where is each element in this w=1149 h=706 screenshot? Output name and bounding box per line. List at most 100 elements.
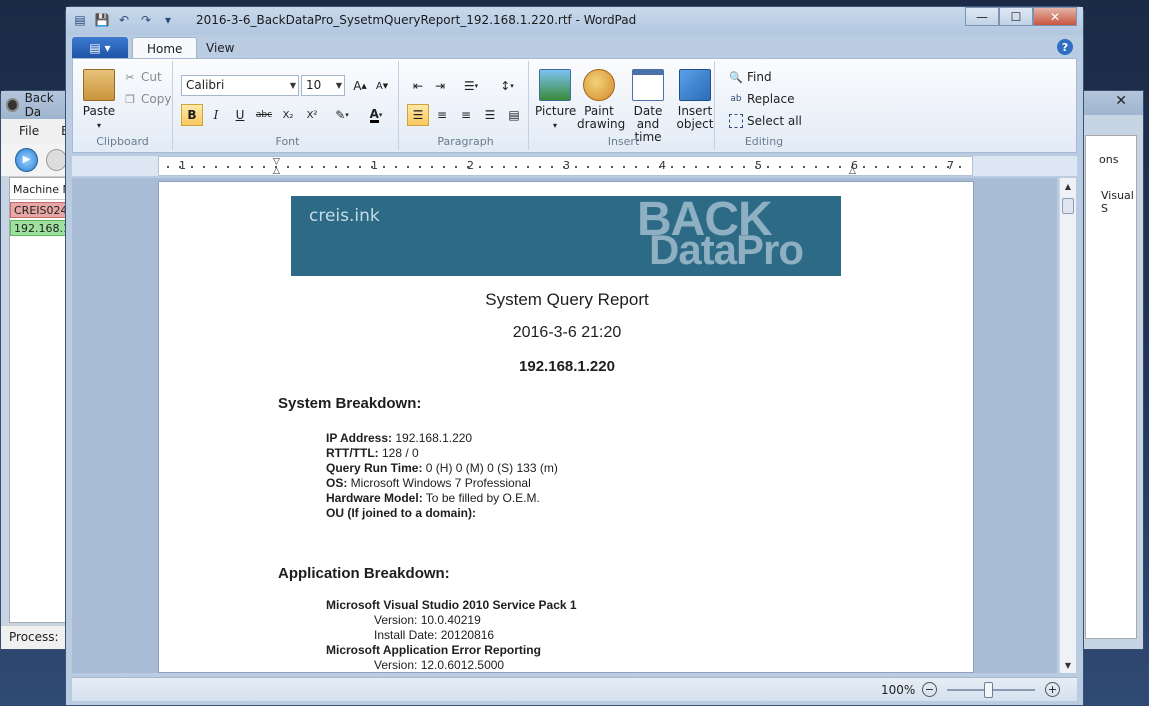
- zoom-slider-thumb[interactable]: [984, 682, 993, 698]
- tab-view[interactable]: View: [192, 37, 248, 59]
- ruler-tick: [443, 166, 445, 168]
- title-bar[interactable]: ▤ 💾 ↶ ↷ ▾ 2016-3-6_BackDataPro_SysetmQue…: [66, 7, 1083, 35]
- stop-icon[interactable]: [45, 148, 67, 171]
- background-app-window: Back Da File E ▶ Machine N CREIS024 192.…: [0, 90, 69, 650]
- align-left-icon: ☰: [412, 108, 424, 122]
- paragraph-group: ⇤ ⇥ ☰ ▾ ↕ ▾ ☰ ≡ ≡ ☰ ▤ Paragraph: [403, 61, 529, 150]
- application-menu-button[interactable]: ▤ ▾: [72, 37, 128, 58]
- ruler-tick: [635, 166, 637, 168]
- document-page[interactable]: creis.ink BACK DataPro System Query Repo…: [158, 181, 974, 673]
- picture-button[interactable]: Picture ▾: [535, 69, 576, 132]
- ruler-tick: [419, 166, 421, 168]
- paragraph-icon: ▤: [508, 108, 520, 122]
- bullets-button[interactable]: ☰ ▾: [455, 75, 487, 97]
- app-install-date: Install Date: 20120816: [374, 628, 495, 642]
- copy-label: Copy: [141, 92, 172, 106]
- wordpad-window: ▤ 💾 ↶ ↷ ▾ 2016-3-6_BackDataPro_SysetmQue…: [65, 6, 1084, 706]
- scroll-thumb[interactable]: [1062, 198, 1074, 214]
- help-icon[interactable]: ?: [1057, 39, 1073, 55]
- save-icon[interactable]: 💾: [94, 12, 110, 28]
- ruler-tick: [755, 166, 757, 168]
- strikethrough-button[interactable]: abc: [253, 104, 275, 126]
- zoom-out-icon[interactable]: −: [922, 682, 937, 697]
- cut-button[interactable]: ✂ Cut: [123, 70, 161, 84]
- list-icon: ☰: [463, 79, 475, 93]
- select-all-button[interactable]: Select all: [729, 114, 802, 128]
- undo-icon[interactable]: ↶: [116, 12, 132, 28]
- paragraph-button[interactable]: ▤: [503, 104, 525, 126]
- find-button[interactable]: 🔍 Find: [729, 70, 771, 84]
- text-color-button[interactable]: A ▾: [361, 104, 391, 126]
- ruler-tick: [407, 166, 409, 168]
- customize-qat-icon[interactable]: ▾: [160, 12, 176, 28]
- copy-icon: ❐: [125, 92, 135, 106]
- datetime-label: Date and: [633, 104, 663, 131]
- align-right-button[interactable]: ≡: [455, 104, 477, 126]
- object-icon: [679, 69, 711, 101]
- underline-button[interactable]: U: [229, 104, 251, 126]
- grow-font-button[interactable]: A ▲: [349, 75, 371, 97]
- quick-access-toolbar: ▤ 💾 ↶ ↷ ▾: [72, 12, 176, 28]
- insert-object-button[interactable]: Insert object: [675, 69, 715, 131]
- line-spacing-icon: ↕: [500, 79, 511, 93]
- align-center-button[interactable]: ≡: [431, 104, 453, 126]
- scroll-down-icon[interactable]: ▼: [1060, 657, 1076, 673]
- group-label: Font: [275, 135, 300, 148]
- highlight-color-button[interactable]: ✎ ▾: [327, 104, 357, 126]
- ruler-tick: [935, 166, 937, 168]
- background-title-bar[interactable]: Back Da: [1, 91, 67, 119]
- date-time-button[interactable]: Date and time: [623, 69, 673, 144]
- status-bar: 100% − +: [72, 677, 1077, 701]
- close-button[interactable]: ✕: [1033, 7, 1077, 26]
- minimize-button[interactable]: —: [965, 7, 999, 26]
- font-size-select[interactable]: 10 ▼: [301, 75, 345, 96]
- column-header-machine[interactable]: Machine N: [10, 178, 66, 200]
- tab-home[interactable]: Home: [132, 37, 198, 59]
- wordpad-app-icon: ▤: [74, 13, 86, 27]
- ruler-tick: [731, 166, 733, 168]
- zoom-level[interactable]: 100%: [881, 683, 915, 697]
- decrease-indent-button[interactable]: ⇤: [407, 75, 429, 97]
- ruler-tick: [599, 166, 601, 168]
- font-family-select[interactable]: Calibri ▼: [181, 75, 299, 96]
- font-color-icon: A: [369, 106, 379, 123]
- report-host: 192.168.1.220: [519, 358, 615, 375]
- italic-button[interactable]: I: [205, 104, 227, 126]
- redo-icon[interactable]: ↷: [138, 12, 154, 28]
- maximize-button[interactable]: ☐: [999, 7, 1033, 26]
- ribbon: Paste ▾ ✂ Cut ❐ Copy Clipboard Calibri ▼ 10 ▼…: [72, 58, 1077, 153]
- backdatapro-logo: creis.ink BACK DataPro: [291, 196, 841, 276]
- play-icon[interactable]: ▶: [15, 147, 38, 172]
- paste-label: Paste: [82, 104, 116, 118]
- report-datetime: 2016-3-6 21:20: [512, 324, 622, 341]
- select-all-icon: [729, 114, 743, 128]
- background-title-bar-right[interactable]: ✕: [1081, 91, 1143, 115]
- close-icon[interactable]: ✕: [1115, 93, 1127, 109]
- paint-drawing-button[interactable]: Paint drawing: [577, 69, 625, 131]
- ruler-tick: [347, 166, 349, 168]
- superscript-button[interactable]: X²: [301, 104, 323, 126]
- zoom-in-icon[interactable]: +: [1045, 682, 1060, 697]
- line-spacing-button[interactable]: ↕ ▾: [491, 75, 523, 97]
- bold-button[interactable]: B: [181, 104, 203, 126]
- ruler-tick: [719, 166, 721, 168]
- copy-button[interactable]: ❐ Copy: [123, 92, 171, 106]
- vertical-scrollbar[interactable]: ▲ ▼: [1059, 178, 1076, 673]
- paint-label-2: drawing: [577, 117, 626, 131]
- list-item[interactable]: CREIS024: [10, 202, 66, 218]
- ruler[interactable]: 1 1 2 3 4 5 6 7 ▽ △ △: [158, 156, 973, 176]
- align-left-button[interactable]: ☰: [407, 104, 429, 126]
- subscript-button[interactable]: X₂: [277, 104, 299, 126]
- paste-button[interactable]: Paste ▾: [77, 69, 121, 132]
- ruler-tick: [167, 166, 169, 168]
- ruler-tick: [563, 166, 565, 168]
- scroll-up-icon[interactable]: ▲: [1060, 178, 1076, 194]
- ruler-tick: [623, 166, 625, 168]
- shrink-font-button[interactable]: A ▼: [371, 75, 393, 97]
- increase-indent-button[interactable]: ⇥: [429, 75, 451, 97]
- replace-button[interactable]: ab Replace: [729, 92, 794, 106]
- justify-button[interactable]: ☰: [479, 104, 501, 126]
- list-item[interactable]: 192.168.1.: [10, 220, 66, 236]
- ribbon-tabs: ▤ ▾ Home View ?: [72, 37, 1077, 59]
- menu-file[interactable]: File: [19, 124, 39, 138]
